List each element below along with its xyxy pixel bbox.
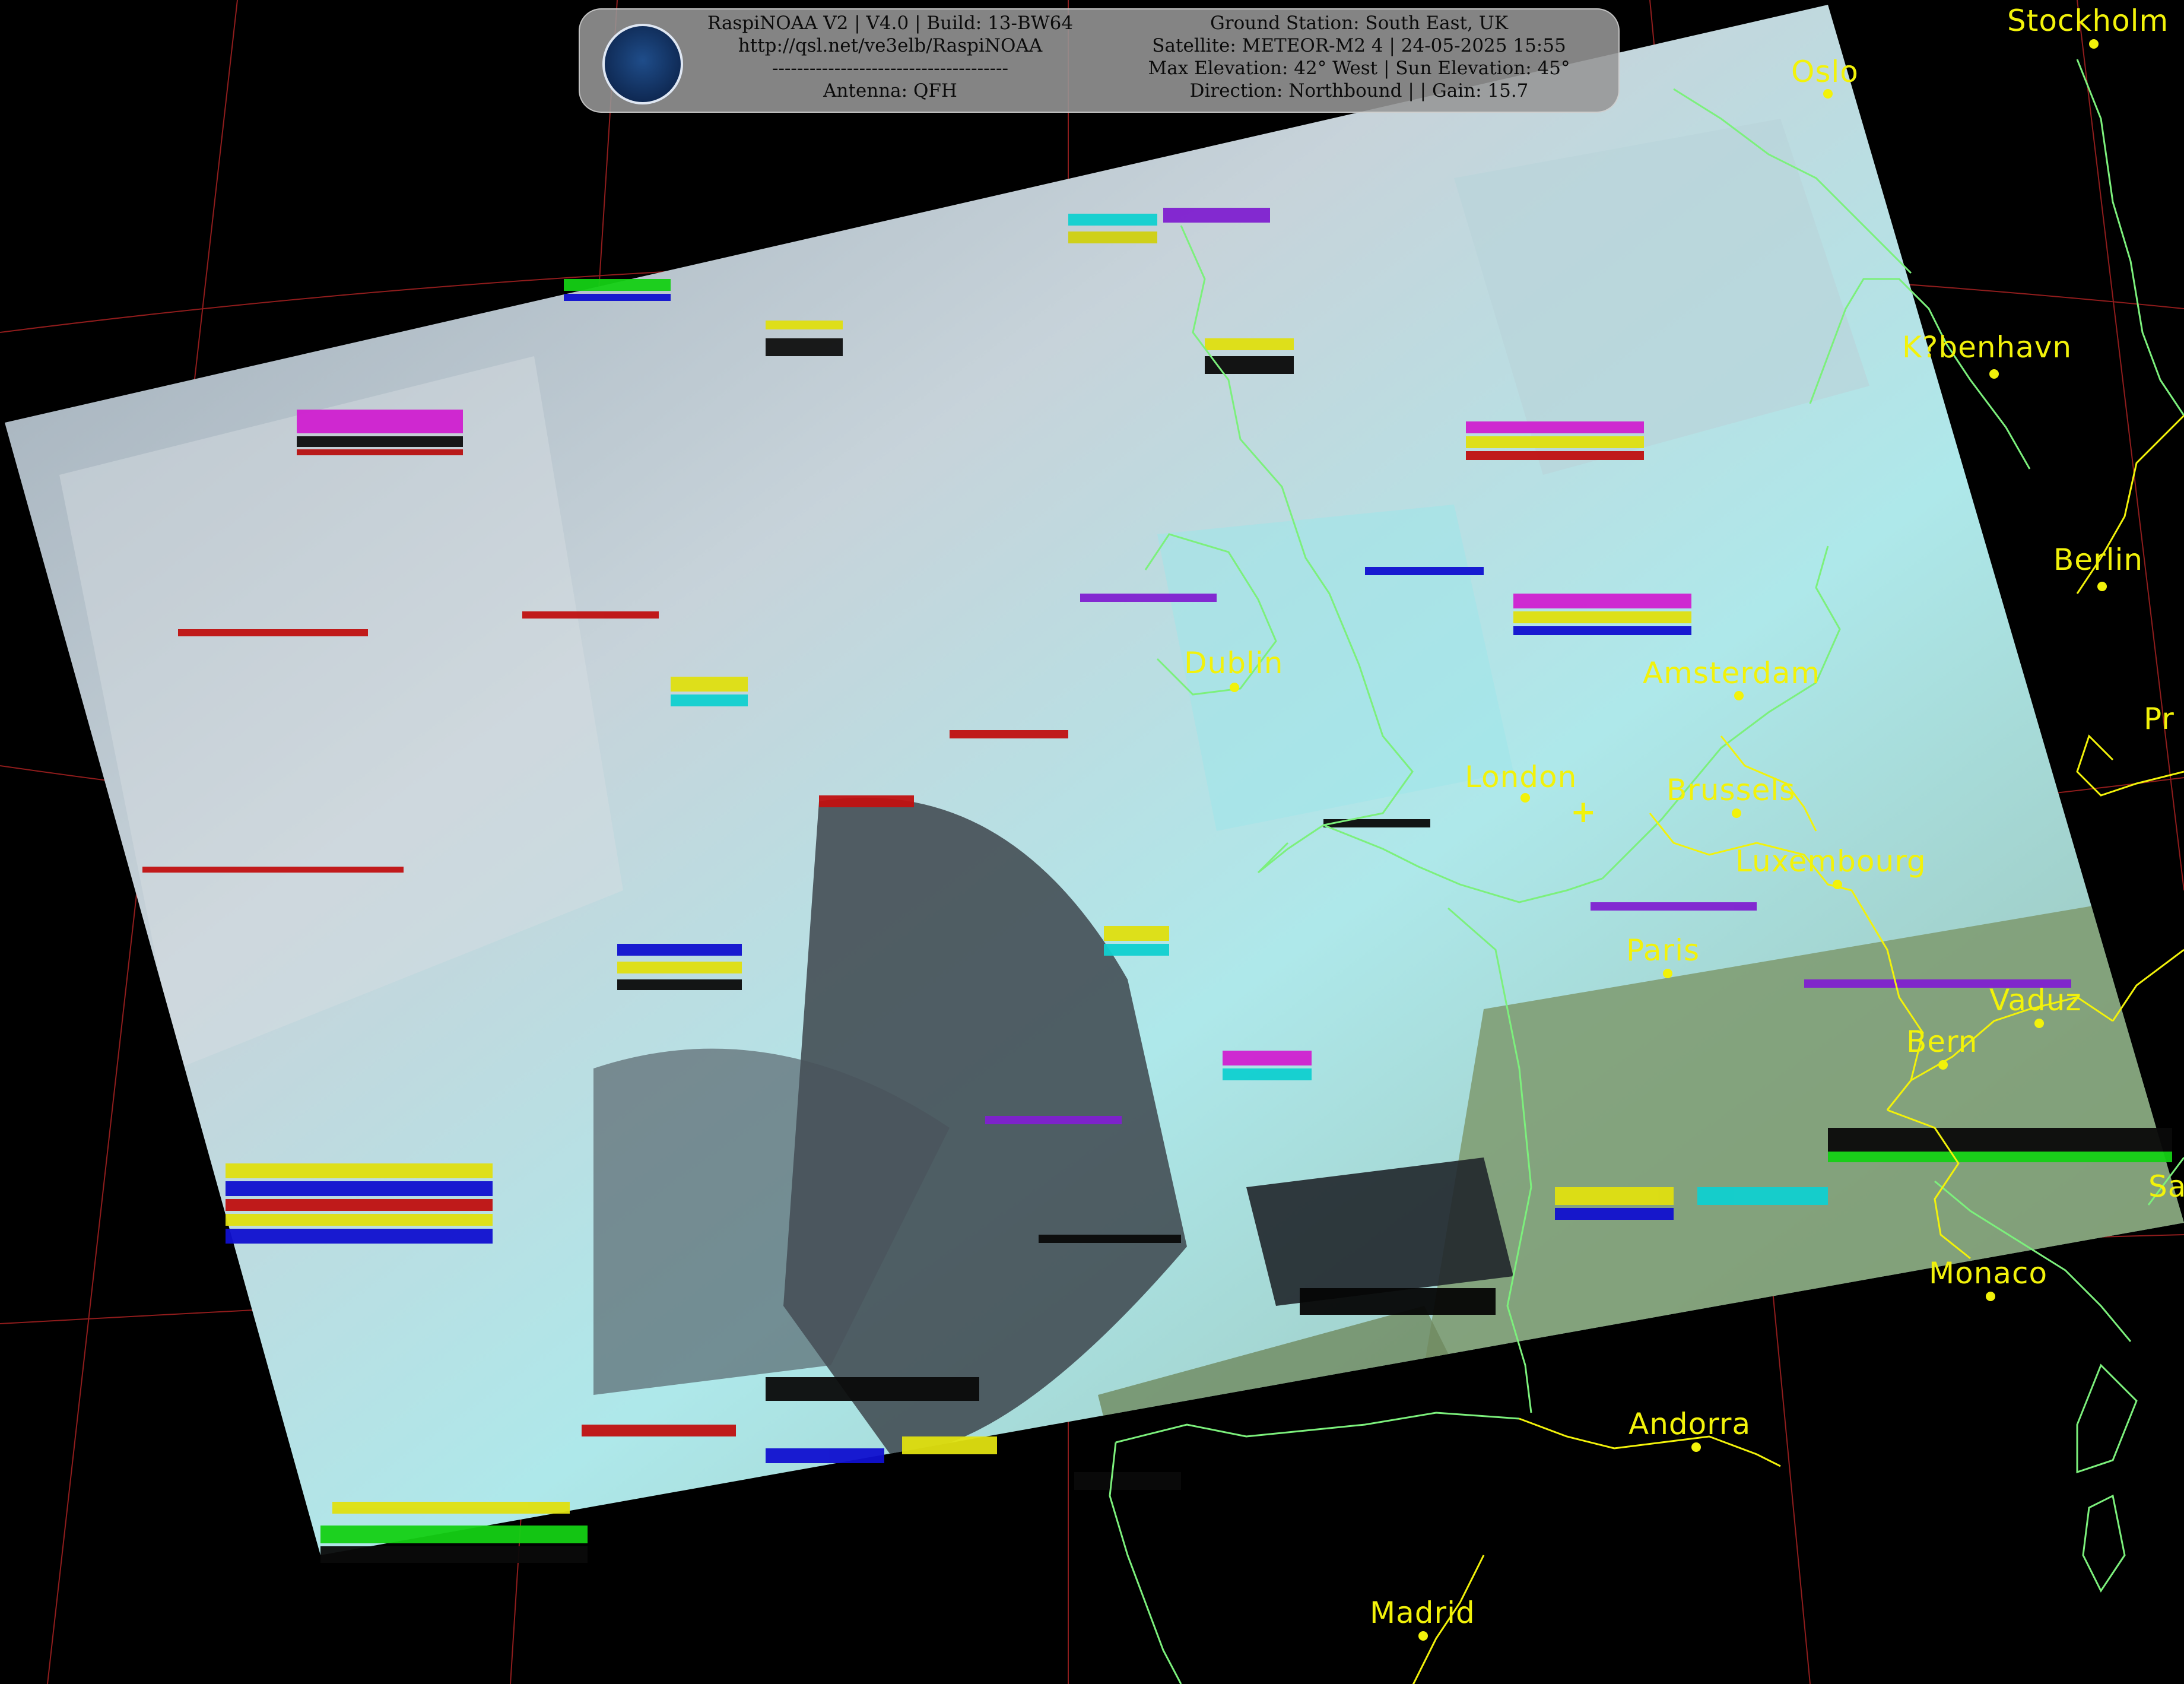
satellite-icon — [602, 24, 683, 104]
ground-station: Ground Station: South East, UK — [1210, 12, 1508, 34]
city-dot-vaduz — [2034, 1019, 2044, 1028]
city-dot-andorra — [1691, 1442, 1701, 1452]
city-dot-bern — [1938, 1060, 1948, 1070]
city-dot-luxembourg — [1833, 880, 1842, 889]
city-dot-oslo — [1823, 89, 1833, 99]
city-dot-brussels — [1732, 808, 1741, 818]
city-label-luxembourg: Luxembourg — [1735, 844, 1926, 879]
city-dot-stockholm — [2089, 39, 2099, 49]
city-label-bern: Bern — [1906, 1025, 1978, 1059]
city-label-kobenhavn: K?benhavn — [1902, 330, 2072, 364]
city-label-london: London — [1465, 760, 1577, 794]
city-dot-london — [1520, 793, 1530, 803]
city-label-berlin: Berlin — [2053, 543, 2144, 577]
city-dot-madrid — [1418, 1631, 1428, 1641]
city-dot-monaco — [1986, 1292, 1995, 1301]
city-label-oslo: Oslo — [1791, 55, 1859, 89]
city-label-monaco: Monaco — [1929, 1256, 2048, 1290]
city-label-san-marino-partial: Sa — [2148, 1169, 2184, 1204]
header-right-info: Ground Station: South East, UK Satellite… — [1116, 12, 1602, 102]
city-label-stockholm: Stockholm — [2007, 4, 2169, 38]
city-label-vaduz: Vaduz — [1989, 983, 2082, 1017]
satellite-info: Satellite: METEOR-M2 4 | 24-05-2025 15:5… — [1152, 35, 1566, 56]
satellite-swath — [5, 5, 2184, 1563]
city-dot-amsterdam — [1734, 691, 1744, 700]
city-dot-dublin — [1230, 683, 1239, 692]
city-label-brussels: Brussels — [1666, 773, 1796, 807]
city-dot-kobenhavn — [1989, 369, 1999, 379]
city-label-madrid: Madrid — [1370, 1596, 1475, 1630]
city-label-praha-partial: Pr — [2144, 702, 2175, 736]
antenna-info: Antenna: QFH — [823, 80, 957, 102]
city-label-dublin: Dublin — [1184, 646, 1284, 680]
city-dot-berlin — [2097, 582, 2107, 591]
city-label-paris: Paris — [1626, 933, 1700, 968]
city-label-andorra: Andorra — [1629, 1407, 1751, 1441]
build-info: RaspiNOAA V2 | V4.0 | Build: 13-BW64 — [707, 12, 1074, 34]
city-dot-paris — [1663, 969, 1672, 978]
direction-gain-info: Direction: Northbound | | Gain: 15.7 — [1189, 80, 1529, 102]
elevation-info: Max Elevation: 42° West | Sun Elevation:… — [1148, 58, 1570, 79]
separator: -------------------------------------- — [772, 58, 1009, 79]
ground-station-marker: + — [1570, 794, 1596, 830]
satellite-map — [0, 0, 2184, 1684]
header-left-info: RaspiNOAA V2 | V4.0 | Build: 13-BW64 htt… — [688, 12, 1092, 102]
city-label-amsterdam: Amsterdam — [1643, 656, 1821, 690]
website-link[interactable]: http://qsl.net/ve3elb/RaspiNOAA — [688, 34, 1092, 57]
